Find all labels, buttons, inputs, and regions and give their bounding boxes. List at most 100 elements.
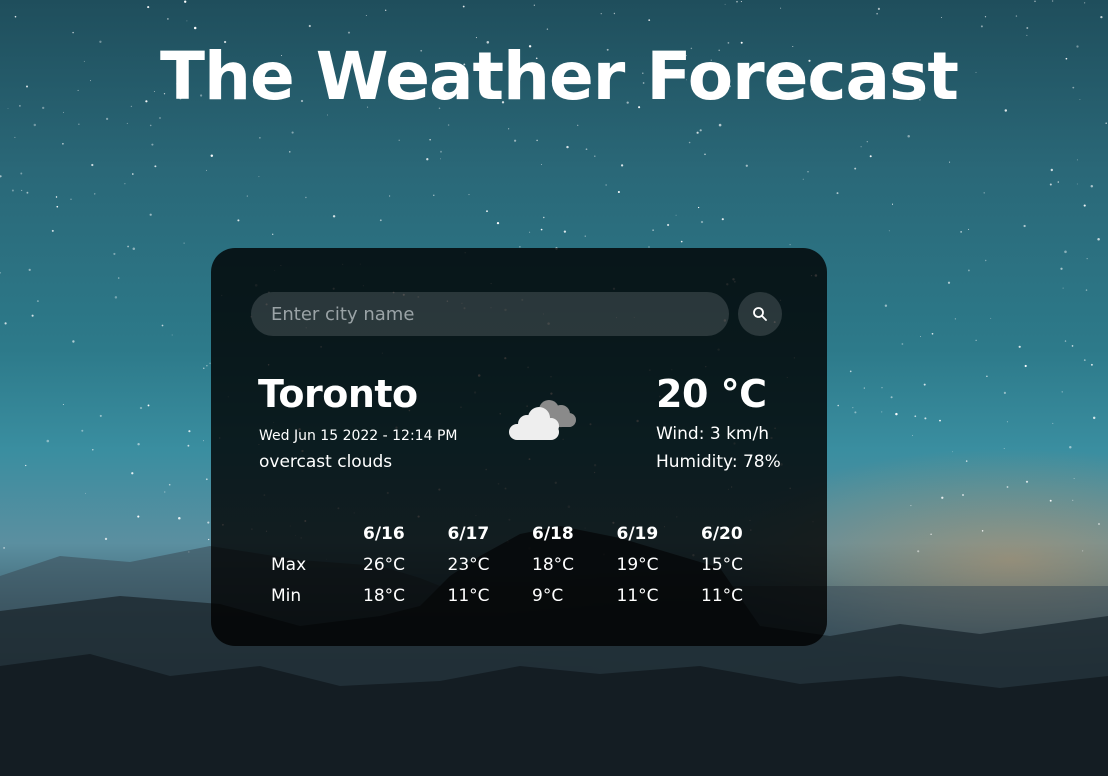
- forecast-date: 6/19: [616, 523, 659, 544]
- star: [975, 339, 977, 341]
- star: [540, 163, 542, 165]
- star: [1006, 421, 1008, 423]
- star: [533, 4, 535, 6]
- forecast-date: 6/17: [447, 523, 490, 544]
- star: [237, 219, 240, 222]
- star: [171, 334, 173, 336]
- star: [21, 189, 23, 191]
- star: [51, 229, 54, 232]
- star: [984, 259, 987, 262]
- star: [1061, 391, 1063, 393]
- star: [914, 415, 917, 418]
- star: [881, 387, 883, 389]
- star: [1050, 168, 1053, 172]
- star: [1018, 345, 1021, 348]
- star: [1003, 391, 1007, 394]
- star: [699, 129, 702, 132]
- star: [1024, 364, 1027, 368]
- forecast-date: 6/18: [532, 523, 574, 544]
- star: [837, 404, 839, 407]
- star: [168, 483, 171, 486]
- star: [56, 205, 59, 208]
- forecast-max-temp: 23°C: [447, 554, 490, 575]
- weather-card: Toronto Wed Jun 15 2022 - 12:14 PM overc…: [211, 248, 827, 646]
- star: [1073, 478, 1075, 479]
- star: [113, 252, 116, 255]
- star: [272, 233, 274, 235]
- star: [486, 210, 488, 213]
- city-search-input[interactable]: [251, 292, 729, 336]
- star: [164, 491, 166, 493]
- star: [584, 235, 586, 237]
- star: [960, 231, 962, 233]
- star: [184, 0, 187, 3]
- star: [19, 105, 21, 107]
- star: [440, 150, 442, 153]
- star: [205, 478, 208, 481]
- star: [600, 13, 602, 15]
- star: [124, 183, 126, 185]
- star: [14, 136, 16, 138]
- forecast-max-temp: 26°C: [363, 554, 406, 575]
- star: [145, 100, 148, 103]
- star: [25, 85, 29, 88]
- min-row-label: Min: [271, 585, 302, 606]
- star: [721, 218, 724, 221]
- star: [675, 214, 677, 216]
- wind-speed: Wind: 3 km/h: [656, 424, 769, 444]
- star: [202, 440, 204, 442]
- star: [895, 412, 898, 416]
- star: [62, 111, 65, 113]
- star: [984, 16, 987, 18]
- star: [429, 139, 431, 141]
- star: [1049, 183, 1052, 186]
- star: [789, 243, 791, 246]
- star: [1006, 486, 1009, 488]
- forecast-max-temp: 15°C: [701, 554, 744, 575]
- forecast-min-row: Min 18°C 11°C 9°C 11°C 11°C: [259, 580, 786, 611]
- star: [147, 404, 150, 407]
- star: [667, 223, 670, 227]
- star: [952, 451, 954, 453]
- star: [154, 165, 157, 168]
- star: [1090, 363, 1093, 366]
- star: [130, 105, 133, 108]
- star: [920, 335, 921, 337]
- star: [77, 89, 79, 91]
- star: [585, 148, 588, 151]
- star: [605, 184, 607, 186]
- star: [1004, 109, 1008, 112]
- star: [89, 80, 92, 82]
- star: [990, 317, 992, 319]
- search-button[interactable]: [738, 292, 782, 336]
- star: [7, 108, 9, 109]
- star: [983, 192, 985, 194]
- star: [514, 139, 517, 142]
- star: [193, 26, 197, 30]
- star: [1062, 287, 1064, 289]
- star: [246, 195, 248, 197]
- star: [447, 124, 450, 126]
- star: [389, 195, 391, 197]
- star: [20, 172, 23, 175]
- star: [939, 419, 941, 422]
- star: [33, 123, 37, 127]
- star: [736, 0, 738, 3]
- star: [869, 155, 872, 158]
- star: [863, 387, 865, 389]
- star: [724, 3, 726, 5]
- star: [901, 343, 904, 345]
- star: [912, 435, 914, 436]
- star: [536, 139, 538, 142]
- star: [92, 449, 94, 451]
- star: [566, 145, 569, 149]
- forecast-table: 6/16 6/17 6/18 6/19 6/20 Max 26°C 23°C 1…: [259, 518, 786, 611]
- current-datetime: Wed Jun 15 2022 - 12:14 PM: [259, 428, 458, 444]
- star: [949, 161, 951, 163]
- star: [206, 365, 208, 367]
- star: [433, 194, 435, 196]
- star: [1105, 122, 1107, 124]
- forecast-date: 6/16: [363, 523, 405, 544]
- star: [866, 141, 868, 143]
- star: [72, 340, 75, 343]
